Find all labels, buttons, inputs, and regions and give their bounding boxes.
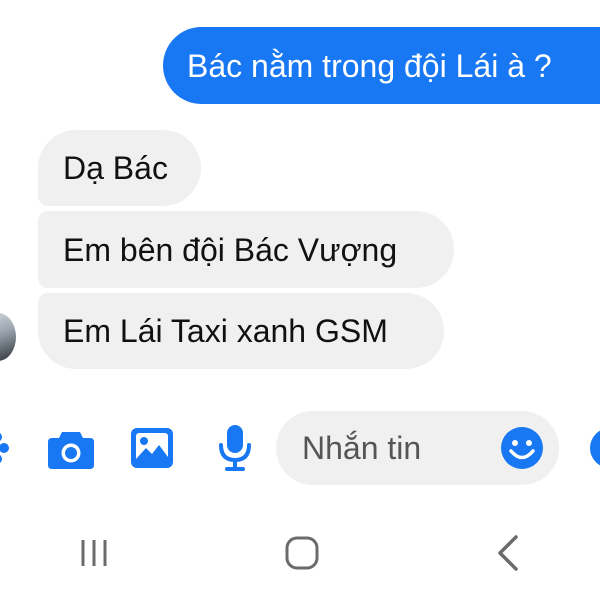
home-icon[interactable] xyxy=(284,535,320,571)
sender-avatar[interactable] xyxy=(0,313,16,361)
incoming-message-bubble[interactable]: Em bên đội Bác Vượng xyxy=(38,211,454,288)
outgoing-message-bubble[interactable]: Bác nằm trong đội Lái à ? xyxy=(163,27,600,104)
outgoing-message-text: Bác nằm trong đội Lái à ? xyxy=(187,47,552,84)
incoming-message-bubble[interactable]: Em Lái Taxi xanh GSM xyxy=(38,293,444,369)
emoji-icon[interactable] xyxy=(500,426,544,470)
incoming-message-text: Dạ Bác xyxy=(63,150,168,186)
camera-icon[interactable] xyxy=(48,429,94,469)
back-icon[interactable] xyxy=(494,534,522,572)
microphone-icon[interactable] xyxy=(218,425,252,471)
incoming-message-text: Em bên đội Bác Vượng xyxy=(63,231,398,268)
incoming-message-bubble[interactable]: Dạ Bác xyxy=(38,130,201,206)
message-input-container[interactable] xyxy=(276,411,559,485)
messenger-chat-screen: { "conversation": { "outgoing": [ { "tex… xyxy=(0,0,600,600)
gallery-icon[interactable] xyxy=(131,428,173,468)
recent-apps-icon[interactable] xyxy=(78,537,110,569)
more-actions-icon[interactable] xyxy=(0,428,10,468)
send-like-icon[interactable] xyxy=(588,428,600,468)
incoming-message-text: Em Lái Taxi xanh GSM xyxy=(63,313,388,349)
message-input[interactable] xyxy=(302,411,492,485)
